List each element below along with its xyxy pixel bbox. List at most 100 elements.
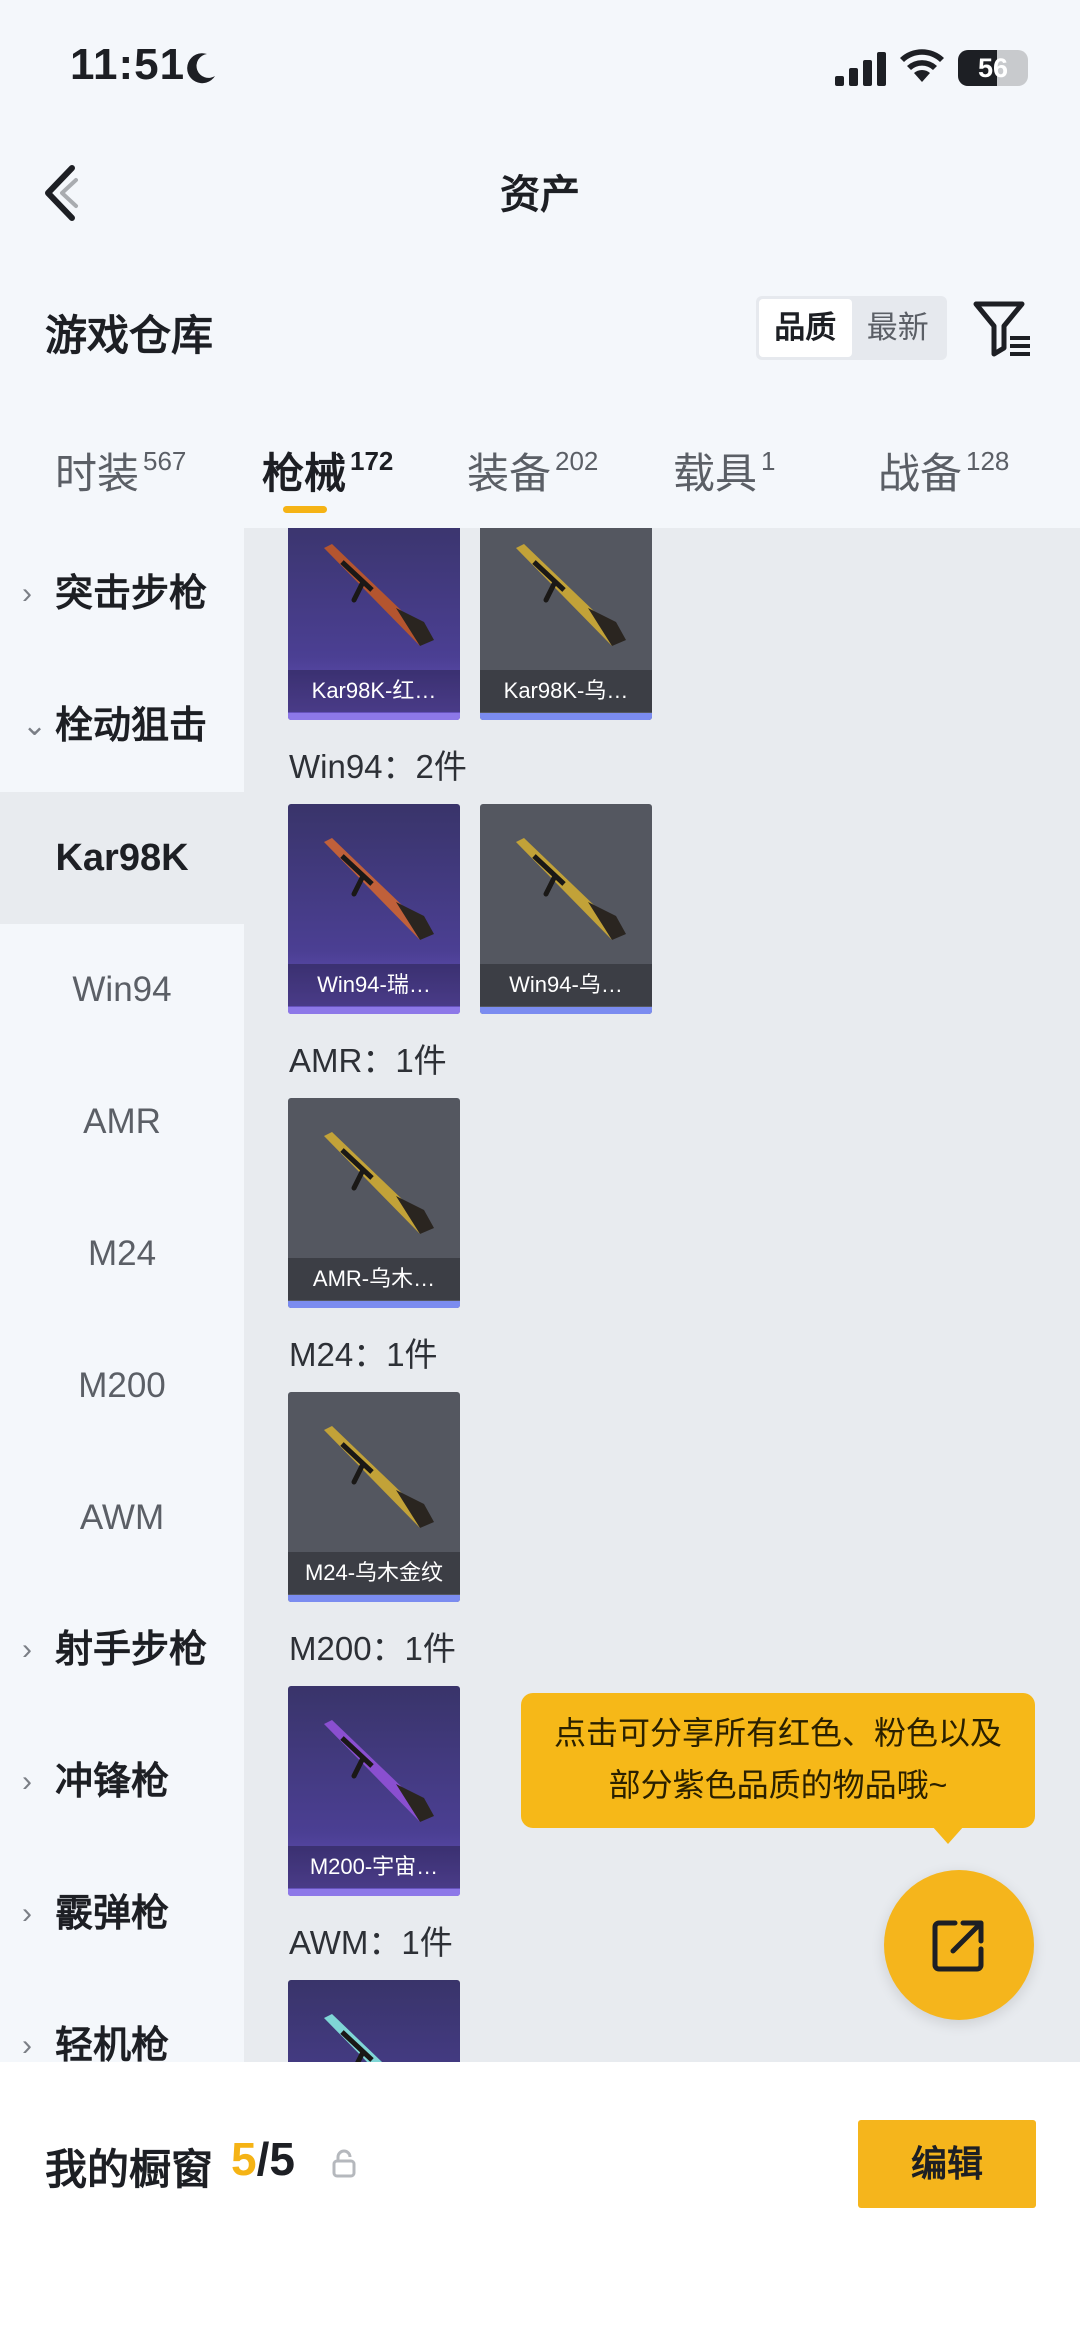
tab-supplies[interactable]: 战备 128 bbox=[878, 440, 1009, 501]
sidebar-item-awm[interactable]: AWM bbox=[0, 1452, 244, 1584]
group-label: AWM：1件 bbox=[289, 1924, 453, 1961]
sidebar-item-win94[interactable]: Win94 bbox=[0, 924, 244, 1056]
sort-toggle[interactable]: 品质 最新 bbox=[756, 296, 947, 360]
share-button[interactable] bbox=[884, 1870, 1034, 2020]
weapon-skin-card[interactable]: Win94-瑞… bbox=[288, 804, 460, 1014]
share-tooltip: 点击可分享所有红色、粉色以及 部分紫色品质的物品哦~ bbox=[521, 1693, 1035, 1828]
sort-option-quality[interactable]: 品质 bbox=[759, 299, 852, 357]
tab-label: 装备 bbox=[467, 450, 552, 497]
group-label: M200：1件 bbox=[289, 1630, 456, 1667]
rifle-icon bbox=[324, 838, 434, 940]
rarity-bar bbox=[480, 1007, 652, 1014]
rarity-bar bbox=[288, 713, 460, 720]
tab-count: 567 bbox=[143, 446, 187, 476]
section-title: 游戏仓库 bbox=[45, 312, 214, 359]
weapon-skin-card[interactable]: Kar98K-乌… bbox=[480, 528, 652, 720]
rifle-icon bbox=[516, 838, 626, 940]
status-bar: 11:51 56 bbox=[0, 0, 1080, 130]
share-icon bbox=[932, 1920, 984, 1972]
signal-icon bbox=[835, 52, 886, 86]
weapon-skin-card[interactable]: M24-乌木金纹 bbox=[288, 1392, 460, 1602]
rifle-icon bbox=[516, 544, 626, 646]
sidebar-item-m24[interactable]: M24 bbox=[0, 1188, 244, 1320]
tab-label: 载具 bbox=[673, 450, 758, 497]
showcase-total: 5 bbox=[269, 2133, 295, 2185]
tab-fashion[interactable]: 时装 567 bbox=[55, 440, 186, 501]
sidebar-item-shotgun[interactable]: › 霰弹枪 bbox=[0, 1848, 244, 1980]
group-label: Win94：2件 bbox=[289, 748, 467, 785]
weapon-skin-name: Kar98K-乌… bbox=[480, 670, 652, 712]
showcase-label: 我的橱窗 bbox=[45, 2146, 214, 2193]
showcase-count: 5/5 bbox=[231, 2132, 295, 2186]
weapon-skin-card[interactable]: M200-宇宙… bbox=[288, 1686, 460, 1896]
tab-firearms[interactable]: 枪械 172 bbox=[262, 440, 393, 501]
sidebar-item-label: 冲锋枪 bbox=[55, 1761, 170, 1803]
tab-count: 1 bbox=[761, 446, 776, 476]
lock-icon bbox=[332, 2149, 356, 2178]
rifle-icon bbox=[324, 544, 434, 646]
sidebar-item-label: 栓动狙击 bbox=[55, 705, 208, 747]
weapon-skin-name: AMR-乌木… bbox=[288, 1258, 460, 1300]
sort-option-latest[interactable]: 最新 bbox=[852, 299, 945, 357]
rifle-icon bbox=[324, 1426, 434, 1528]
sidebar-item-label: 突击步枪 bbox=[55, 573, 208, 615]
tab-vehicles[interactable]: 载具 1 bbox=[673, 440, 775, 501]
status-time: 11:51 bbox=[70, 40, 186, 89]
sidebar-item-label: 轻机枪 bbox=[55, 2025, 170, 2062]
sidebar-item-amr[interactable]: AMR bbox=[0, 1056, 244, 1188]
weapon-skin-card[interactable]: Win94-乌… bbox=[480, 804, 652, 1014]
rifle-icon bbox=[324, 1720, 434, 1822]
rifle-icon bbox=[324, 2014, 383, 2062]
edit-button[interactable]: 编辑 bbox=[858, 2120, 1036, 2208]
weapon-skin-card[interactable]: AMR-乌木… bbox=[288, 1098, 460, 1308]
sidebar-item-bolt-sniper[interactable]: ⌄ 栓动狙击 bbox=[0, 660, 244, 792]
tab-label: 战备 bbox=[878, 450, 963, 497]
rarity-bar bbox=[480, 713, 652, 720]
tab-count: 202 bbox=[555, 446, 599, 476]
chevron-right-icon: › bbox=[22, 1897, 32, 1930]
showcase-separator: / bbox=[256, 2133, 270, 2185]
chevron-right-icon: › bbox=[22, 577, 32, 610]
weapon-skin-name: Win94-乌… bbox=[480, 964, 652, 1006]
sidebar-item-assault-rifle[interactable]: › 突击步枪 bbox=[0, 528, 244, 660]
showcase-current: 5 bbox=[231, 2133, 257, 2185]
battery-indicator: 56 bbox=[958, 50, 1028, 86]
weapon-skin-card[interactable]: Kar98K-红… bbox=[288, 528, 460, 720]
sidebar-item-label: 霰弹枪 bbox=[55, 1893, 170, 1935]
sidebar-item-smg[interactable]: › 冲锋枪 bbox=[0, 1716, 244, 1848]
tab-count: 128 bbox=[966, 446, 1010, 476]
weapon-skin-name: M200-宇宙… bbox=[288, 1846, 460, 1888]
sidebar-item-marksman-rifle[interactable]: › 射手步枪 bbox=[0, 1584, 244, 1716]
showcase-bar: 我的橱窗 5/5 编辑 bbox=[0, 2062, 1080, 2337]
sidebar-item-m200[interactable]: M200 bbox=[0, 1320, 244, 1452]
group-label: AMR：1件 bbox=[289, 1042, 447, 1079]
sidebar-item-label: 射手步枪 bbox=[55, 1629, 208, 1671]
sidebar-item-kar98k[interactable]: Kar98K bbox=[0, 792, 244, 924]
active-tab-indicator bbox=[283, 506, 327, 513]
category-tabs: 时装 567 枪械 172 装备 202 载具 1 战备 128 bbox=[0, 420, 1080, 528]
tooltip-line: 部分紫色品质的物品哦~ bbox=[608, 1767, 948, 1803]
tooltip-pointer bbox=[932, 1826, 964, 1844]
rarity-bar bbox=[288, 1595, 460, 1602]
weapon-category-sidebar: › 突击步枪 ⌄ 栓动狙击 Kar98K Win94 AMR M24 M200 AW… bbox=[0, 528, 244, 2062]
wifi-icon bbox=[900, 49, 944, 82]
chevron-down-icon: ⌄ bbox=[22, 709, 48, 742]
rarity-bar bbox=[288, 1889, 460, 1896]
moon-icon bbox=[187, 53, 215, 84]
chevron-right-icon: › bbox=[22, 1633, 32, 1666]
tab-equipment[interactable]: 装备 202 bbox=[467, 440, 598, 501]
sidebar-item-lmg[interactable]: › 轻机枪 bbox=[0, 1980, 244, 2062]
rarity-bar bbox=[288, 1007, 460, 1014]
tab-label: 枪械 bbox=[262, 450, 347, 497]
weapon-skin-name: Win94-瑞… bbox=[288, 964, 460, 1006]
tab-label: 时装 bbox=[55, 450, 140, 497]
page-title: 资产 bbox=[500, 173, 580, 217]
tab-count: 172 bbox=[350, 446, 394, 476]
group-label: M24：1件 bbox=[289, 1336, 438, 1373]
weapon-skin-card[interactable] bbox=[288, 1980, 460, 2062]
battery-percentage: 56 bbox=[977, 53, 1009, 83]
filter-icon[interactable] bbox=[972, 298, 1034, 360]
chevron-right-icon: › bbox=[22, 2029, 32, 2062]
tooltip-line: 点击可分享所有红色、粉色以及 bbox=[553, 1715, 1002, 1751]
rifle-icon bbox=[324, 1132, 434, 1234]
